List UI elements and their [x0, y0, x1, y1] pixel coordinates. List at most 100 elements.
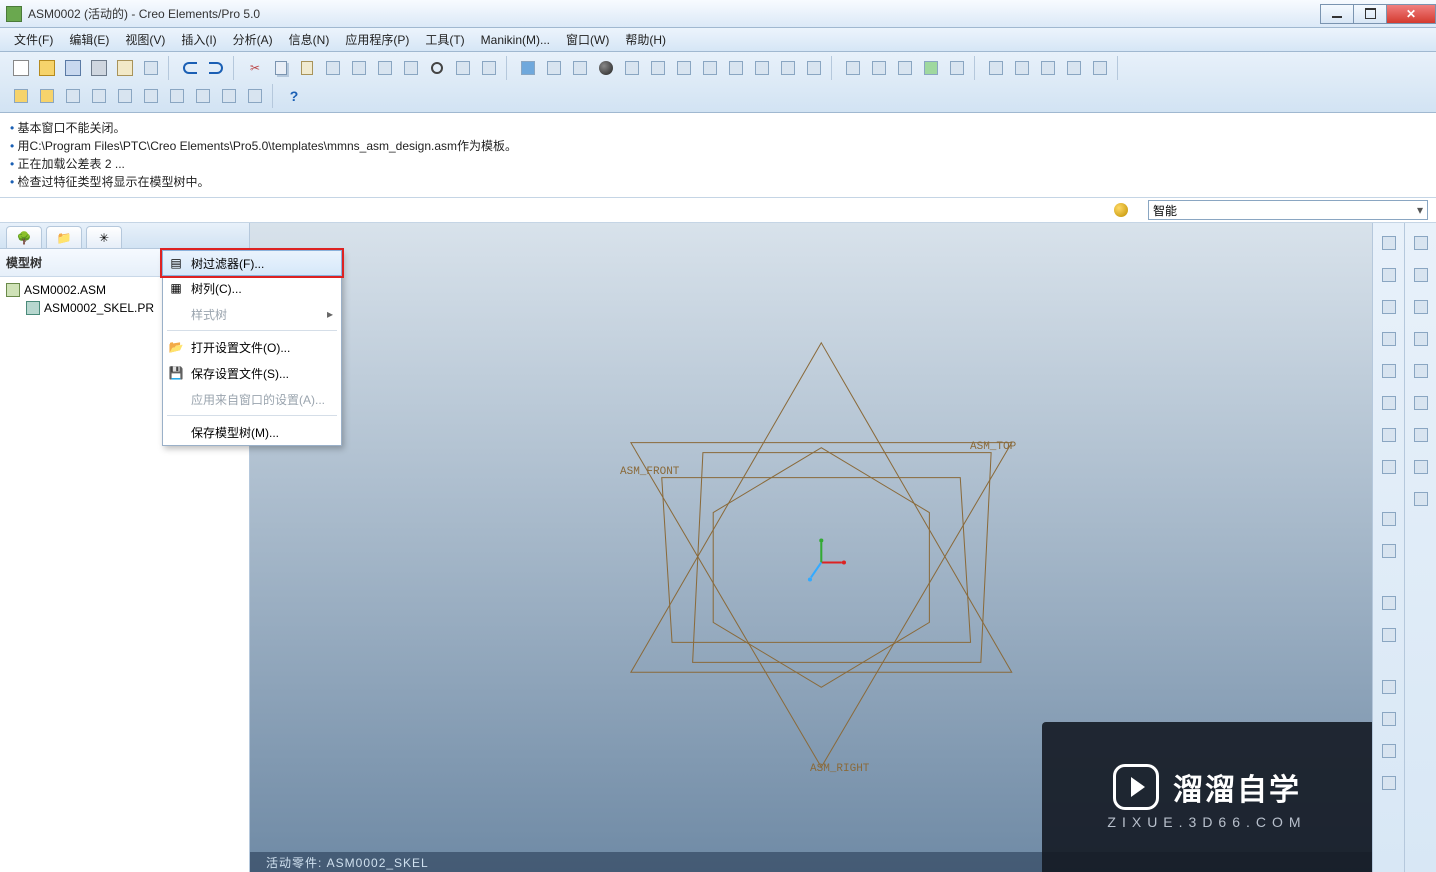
undo-button[interactable] [178, 56, 202, 80]
style-state-button[interactable] [1062, 56, 1086, 80]
select-button[interactable] [451, 56, 475, 80]
zoom-out-button[interactable] [672, 56, 696, 80]
assemble-button[interactable] [9, 84, 33, 108]
select-items-button[interactable] [477, 56, 501, 80]
datum-point-toggle[interactable] [893, 56, 917, 80]
create-button[interactable] [61, 84, 85, 108]
explode-button[interactable] [984, 56, 1008, 80]
menu-view[interactable]: 视图(V) [117, 28, 173, 51]
save-copy-button[interactable] [139, 56, 163, 80]
menu-info[interactable]: 信息(N) [281, 28, 338, 51]
exploded-view-button[interactable] [1408, 422, 1434, 448]
datum-plane-button[interactable] [1376, 230, 1402, 256]
orient-button[interactable] [620, 56, 644, 80]
round-button[interactable] [1376, 674, 1402, 700]
menu-file[interactable]: 文件(F) [6, 28, 61, 51]
menu-edit[interactable]: 编辑(E) [61, 28, 117, 51]
menu-help[interactable]: 帮助(H) [617, 28, 674, 51]
menu-window[interactable]: 窗口(W) [558, 28, 617, 51]
menu-open-settings[interactable]: 📂 打开设置文件(O)... [163, 334, 341, 360]
find-button[interactable] [425, 56, 449, 80]
mechanism-button[interactable] [165, 84, 189, 108]
menu-tree-filter[interactable]: ▤ 树过滤器(F)... [162, 250, 342, 276]
tab-favorites[interactable]: ✳ [86, 226, 122, 248]
shell-button[interactable] [1376, 538, 1402, 564]
include-button[interactable] [139, 84, 163, 108]
save-button[interactable] [61, 56, 85, 80]
create-component-button[interactable] [1408, 262, 1434, 288]
menu-save-settings[interactable]: 💾 保存设置文件(S)... [163, 360, 341, 386]
simplified-rep-button[interactable] [1036, 56, 1060, 80]
menu-tools[interactable]: 工具(T) [417, 28, 472, 51]
assemble-component-button[interactable] [1408, 230, 1434, 256]
refit-button[interactable] [568, 56, 592, 80]
menu-tree-column[interactable]: ▦ 树列(C)... [163, 275, 341, 301]
shading-button[interactable] [594, 56, 618, 80]
paste-button[interactable] [295, 56, 319, 80]
new-button[interactable] [9, 56, 33, 80]
appearance-button[interactable] [1088, 56, 1112, 80]
zoom-in-button[interactable] [646, 56, 670, 80]
redo-button[interactable] [204, 56, 228, 80]
mail-button[interactable] [113, 56, 137, 80]
help-button[interactable]: ? [282, 84, 306, 108]
datum-csys-button[interactable] [1376, 390, 1402, 416]
package-button[interactable] [113, 84, 137, 108]
flexible-button[interactable] [191, 84, 215, 108]
update-button[interactable] [399, 56, 423, 80]
cut-button[interactable]: ✂ [243, 56, 267, 80]
saved-view-button[interactable] [750, 56, 774, 80]
reference-button[interactable] [1376, 454, 1402, 480]
datum-point-button[interactable] [1376, 358, 1402, 384]
include-component-button[interactable] [1408, 294, 1434, 320]
extrude-button[interactable] [1376, 590, 1402, 616]
xsection-button[interactable] [1010, 56, 1034, 80]
view-manager-button[interactable] [802, 56, 826, 80]
pattern-button[interactable] [347, 56, 371, 80]
sketch-button[interactable] [1376, 326, 1402, 352]
zoom-fit-button[interactable] [698, 56, 722, 80]
assemble-dd-button[interactable] [35, 84, 59, 108]
datum-axis-toggle[interactable] [867, 56, 891, 80]
draft-button[interactable] [1376, 738, 1402, 764]
menu-manikin[interactable]: Manikin(M)... [473, 30, 558, 50]
tab-model-tree[interactable]: 🌳 [6, 226, 42, 248]
named-view-button[interactable] [724, 56, 748, 80]
print-button[interactable] [87, 56, 111, 80]
menu-analysis[interactable]: 分析(A) [225, 28, 281, 51]
datum-plane-toggle[interactable] [841, 56, 865, 80]
copy-geom-button[interactable] [321, 56, 345, 80]
skeleton-button[interactable] [243, 84, 267, 108]
repaint-button[interactable] [516, 56, 540, 80]
close-button[interactable] [1386, 4, 1436, 24]
tab-folder-browser[interactable]: 📁 [46, 226, 82, 248]
analysis-button[interactable] [1376, 422, 1402, 448]
spin-center-button[interactable] [542, 56, 566, 80]
manikin-button[interactable] [217, 84, 241, 108]
datum-csys-toggle[interactable] [919, 56, 943, 80]
annotation-toggle[interactable] [945, 56, 969, 80]
revolve-button[interactable] [1376, 622, 1402, 648]
datum-axis-button[interactable] [1376, 262, 1402, 288]
flexible-component-button[interactable] [1408, 358, 1434, 384]
regenerate-button[interactable] [373, 56, 397, 80]
minimize-button[interactable] [1320, 4, 1354, 24]
mirror-button[interactable] [1376, 770, 1402, 796]
layers-button[interactable] [776, 56, 800, 80]
drag-component-button[interactable] [1408, 390, 1434, 416]
menu-save-model-tree[interactable]: 保存模型树(M)... [163, 419, 341, 445]
selection-filter-dropdown[interactable]: 智能 [1148, 200, 1428, 220]
package-component-button[interactable] [1408, 326, 1434, 352]
graphics-viewport[interactable]: ASM_FRONT ASM_TOP ASM_RIGHT 活动零件: ASM000… [250, 223, 1372, 872]
open-button[interactable] [35, 56, 59, 80]
menu-insert[interactable]: 插入(I) [173, 28, 224, 51]
replace-button[interactable] [1408, 454, 1434, 480]
copy-button[interactable] [269, 56, 293, 80]
hole-button[interactable] [1376, 506, 1402, 532]
menu-application[interactable]: 应用程序(P) [337, 28, 417, 51]
maximize-button[interactable] [1353, 4, 1387, 24]
drag-button[interactable] [87, 84, 111, 108]
chamfer-button[interactable] [1376, 706, 1402, 732]
datum-curve-button[interactable] [1376, 294, 1402, 320]
repeat-button[interactable] [1408, 486, 1434, 512]
